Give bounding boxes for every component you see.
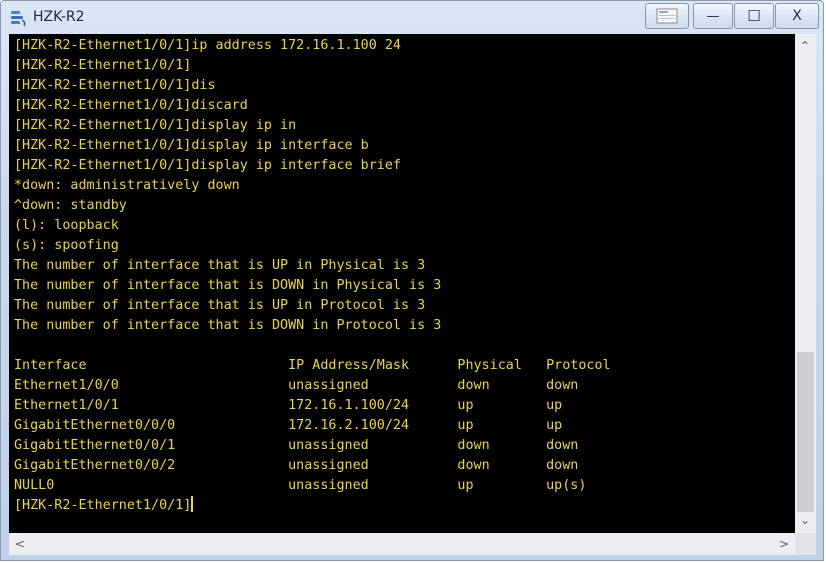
title-bar[interactable]: HZK-R2 — ☐ X [1,1,825,35]
restore-session-icon [656,8,678,24]
terminal-line: Ethernet1/0/0 unassigned down down [14,378,579,393]
terminal-line: [HZK-R2-Ethernet1/0/1]discard [14,98,248,113]
terminal-text: [HZK-R2-Ethernet1/0/1]ip address 172.16.… [9,34,795,516]
terminal-line: [HZK-R2-Ethernet1/0/1]display ip interfa… [14,138,369,153]
terminal-prompt: [HZK-R2-Ethernet1/0/1] [14,498,192,513]
terminal-app-icon[interactable] [9,9,27,27]
close-button[interactable]: X [775,3,819,29]
terminal-line: [HZK-R2-Ethernet1/0/1]dis [14,78,216,93]
maximize-button[interactable]: ☐ [734,3,774,29]
terminal-line: The number of interface that is DOWN in … [14,318,442,333]
maximize-icon: ☐ [747,7,761,25]
terminal-line: The number of interface that is DOWN in … [14,278,442,293]
terminal-line: ^down: standby [14,198,127,213]
terminal-line: Interface IP Address/Mask Physical Proto… [14,358,611,373]
scroll-right-icon[interactable]: > [779,538,789,550]
terminal-line: *down: administratively down [14,178,240,193]
restore-session-button[interactable] [645,3,689,29]
terminal-line: (l): loopback [14,218,119,233]
window-title: HZK-R2 [33,9,85,25]
terminal-output-area[interactable]: [HZK-R2-Ethernet1/0/1]ip address 172.16.… [9,34,795,533]
terminal-window: HZK-R2 — ☐ X [HZK-R2-Ethernet1/0/1]ip ad… [0,0,824,561]
scroll-down-icon[interactable]: ⌄ [800,514,810,526]
terminal-lines: [HZK-R2-Ethernet1/0/1]ip address 172.16.… [14,38,611,493]
minimize-button[interactable]: — [693,3,733,29]
terminal-line: Ethernet1/0/1 172.16.1.100/24 up up [14,398,563,413]
vertical-scrollbar[interactable]: ⌃ ⌄ [795,34,816,533]
terminal-line: The number of interface that is UP in Ph… [14,258,426,273]
scrollbar-corner [795,533,816,555]
terminal-line: GigabitEthernet0/0/0 172.16.2.100/24 up … [14,418,563,433]
terminal-line: [HZK-R2-Ethernet1/0/1]ip address 172.16.… [14,38,401,53]
terminal-line: NULL0 unassigned up up(s) [14,478,587,493]
terminal-line: GigabitEthernet0/0/1 unassigned down dow… [14,438,579,453]
terminal-line: The number of interface that is UP in Pr… [14,298,426,313]
text-cursor [191,496,194,512]
horizontal-scrollbar[interactable]: < > [9,533,795,555]
terminal-line: [HZK-R2-Ethernet1/0/1]display ip in [14,118,297,133]
terminal-line: [HZK-R2-Ethernet1/0/1] [14,58,192,73]
close-icon: X [792,8,802,24]
scroll-left-icon[interactable]: < [15,538,25,550]
terminal-line: [HZK-R2-Ethernet1/0/1]display ip interfa… [14,158,401,173]
terminal-line: (s): spoofing [14,238,119,253]
scroll-up-icon[interactable]: ⌃ [800,40,810,52]
vertical-scroll-thumb[interactable] [797,352,814,512]
terminal-line: GigabitEthernet0/0/2 unassigned down dow… [14,458,579,473]
minimize-icon: — [706,8,720,24]
